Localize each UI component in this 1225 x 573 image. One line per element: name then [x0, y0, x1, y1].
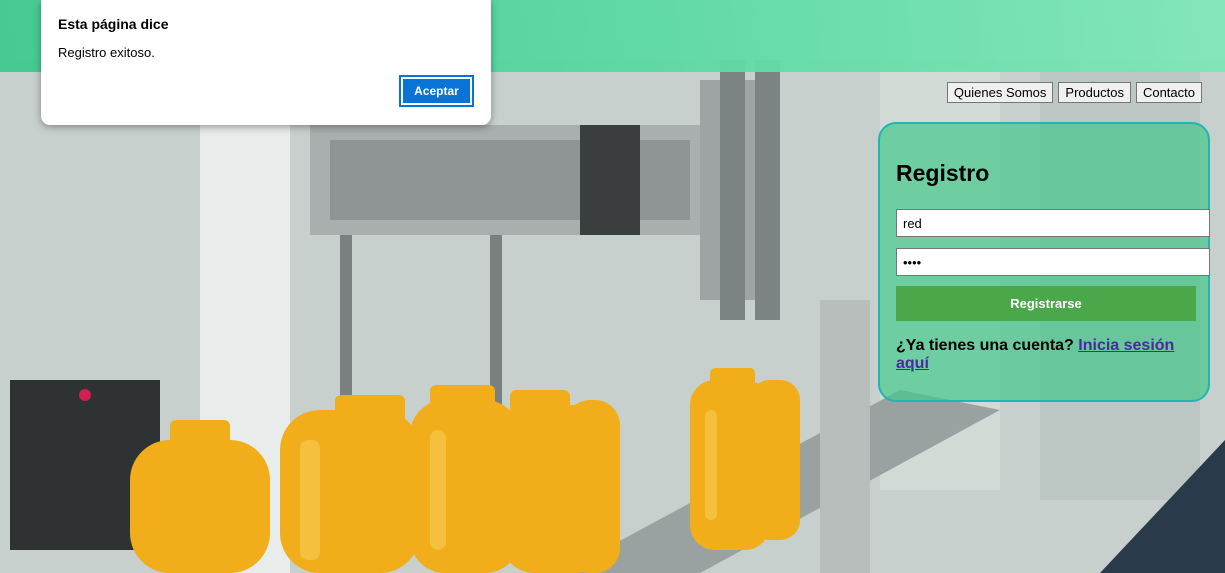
- nav-quienes-somos-button[interactable]: Quienes Somos: [946, 82, 1054, 103]
- password-input[interactable]: [896, 248, 1210, 276]
- register-button[interactable]: Registrarse: [896, 286, 1196, 321]
- username-input[interactable]: [896, 209, 1210, 237]
- register-title: Registro: [896, 160, 990, 186]
- register-panel: Registro Registrarse ¿Ya tienes una cuen…: [878, 122, 1210, 402]
- accept-button[interactable]: Aceptar: [399, 75, 474, 107]
- alert-dialog: Esta página dice Registro exitoso. Acept…: [41, 0, 491, 125]
- login-prompt-text: ¿Ya tienes una cuenta?: [896, 337, 1074, 354]
- dialog-title: Esta página dice: [58, 16, 169, 32]
- nav-contacto-button[interactable]: Contacto: [1135, 82, 1202, 103]
- login-prompt-line: ¿Ya tienes una cuenta? Inicia sesión aqu…: [896, 337, 1196, 373]
- nav-productos-button[interactable]: Productos: [1058, 82, 1131, 103]
- top-nav: Quienes Somos Productos Contacto: [946, 82, 1202, 103]
- dialog-message: Registro exitoso.: [58, 45, 155, 60]
